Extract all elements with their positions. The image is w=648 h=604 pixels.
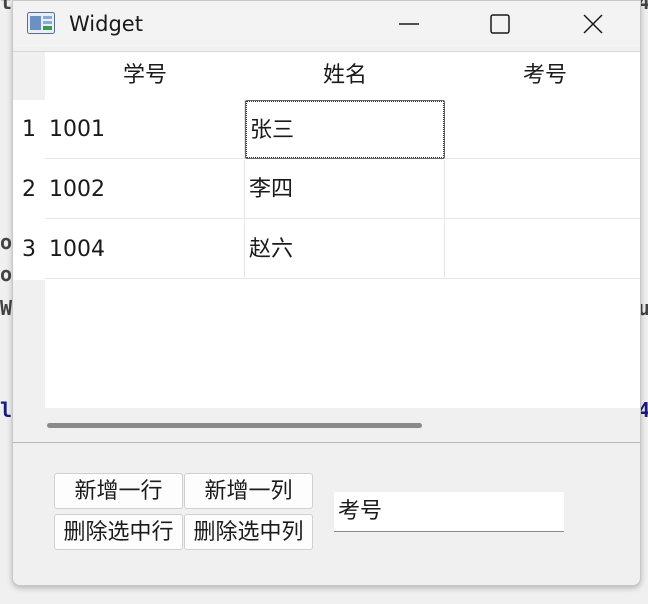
delete-column-button[interactable]: 删除选中列 bbox=[184, 514, 313, 550]
background-text: t bbox=[0, 0, 13, 14]
app-window-icon bbox=[27, 12, 55, 34]
add-column-button[interactable]: 新增一列 bbox=[184, 473, 313, 509]
table-cell[interactable]: 1002 bbox=[45, 160, 245, 219]
minimize-button[interactable] bbox=[386, 1, 432, 47]
close-icon bbox=[583, 14, 603, 34]
add-row-button[interactable]: 新增一行 bbox=[54, 473, 183, 509]
window-title: Widget bbox=[69, 12, 143, 36]
widget-window: Widget 学号 姓名 考号 1 2 3 1001 张三 1002 李四 10… bbox=[12, 0, 641, 586]
table-cell[interactable]: 1001 bbox=[45, 100, 245, 159]
minimize-icon bbox=[399, 23, 419, 25]
background-text: o bbox=[0, 230, 13, 254]
column-header-student-id[interactable]: 学号 bbox=[45, 52, 246, 100]
maximize-button[interactable] bbox=[477, 1, 523, 47]
column-header-exam-id[interactable]: 考号 bbox=[445, 52, 640, 100]
column-header-name[interactable]: 姓名 bbox=[245, 52, 446, 100]
corner-button[interactable] bbox=[13, 52, 45, 100]
background-text: o bbox=[0, 262, 13, 286]
scrollbar-thumb[interactable] bbox=[47, 423, 422, 428]
table-cell[interactable]: 李四 bbox=[245, 160, 445, 219]
table-cell[interactable] bbox=[445, 100, 640, 159]
table-cell[interactable]: 1004 bbox=[45, 220, 245, 279]
delete-row-button[interactable]: 删除选中行 bbox=[54, 514, 183, 550]
table-cell[interactable] bbox=[445, 160, 640, 219]
table-cell[interactable] bbox=[445, 220, 640, 279]
background-text: W bbox=[0, 296, 13, 320]
maximize-icon bbox=[490, 14, 510, 34]
horizontal-scrollbar[interactable] bbox=[13, 408, 640, 442]
column-name-input[interactable]: 考号 bbox=[334, 492, 564, 532]
table-cell[interactable]: 赵六 bbox=[245, 220, 445, 279]
title-bar[interactable]: Widget bbox=[13, 1, 640, 47]
row-header-2[interactable]: 2 bbox=[13, 160, 45, 220]
row-header-3[interactable]: 3 bbox=[13, 220, 45, 280]
table-widget[interactable]: 学号 姓名 考号 1 2 3 1001 张三 1002 李四 1004 赵六 bbox=[13, 51, 640, 443]
background-text: l bbox=[0, 398, 13, 422]
table-cell-current[interactable]: 张三 bbox=[245, 100, 445, 159]
row-header-1[interactable]: 1 bbox=[13, 100, 45, 160]
close-button[interactable] bbox=[570, 1, 616, 47]
